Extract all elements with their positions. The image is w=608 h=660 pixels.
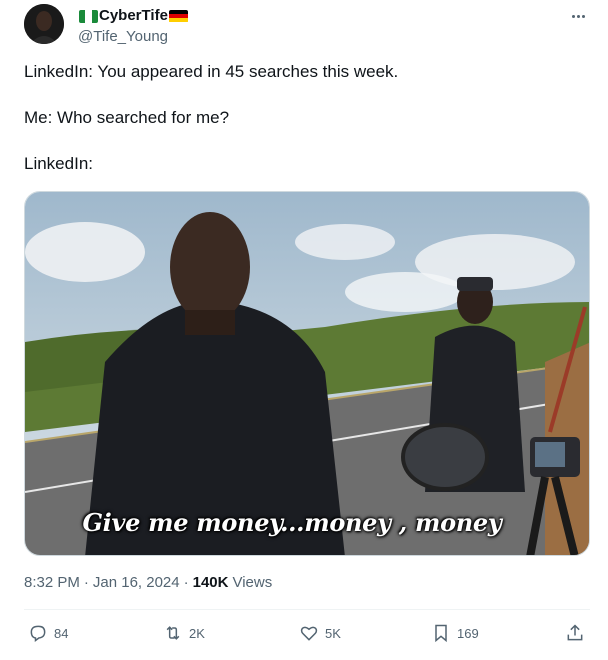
author-display-name[interactable]: CyberTife xyxy=(99,7,168,25)
tweet-actions: 84 2K 5K 169 xyxy=(24,610,590,656)
nigeria-flag-icon xyxy=(79,9,98,23)
more-icon[interactable] xyxy=(566,6,590,26)
tweet-line: Me: Who searched for me? xyxy=(24,108,230,127)
bookmark-count: 169 xyxy=(457,625,479,641)
tweet-meta: 8:32 PM · Jan 16, 2024 · 140K Views xyxy=(24,574,272,591)
reply-icon xyxy=(30,625,46,642)
avatar[interactable] xyxy=(24,4,64,44)
tweet-media[interactable]: Give me money...money , money xyxy=(24,191,590,556)
reply-button[interactable]: 84 xyxy=(28,610,68,656)
retweet-button[interactable]: 2K xyxy=(163,610,205,656)
views-count: 140K xyxy=(192,574,229,591)
meta-separator: · xyxy=(183,574,189,591)
like-icon xyxy=(300,626,318,641)
tweet-line: LinkedIn: xyxy=(24,154,93,173)
author-names: CyberTife @Tife_Young xyxy=(78,7,189,46)
like-button[interactable]: 5K xyxy=(299,610,341,656)
views-label: Views xyxy=(232,574,273,591)
share-button[interactable] xyxy=(565,610,585,656)
meta-separator: · xyxy=(83,574,89,591)
tweet-time[interactable]: 8:32 PM xyxy=(24,574,80,591)
retweet-icon xyxy=(166,626,180,640)
tweet-date[interactable]: Jan 16, 2024 xyxy=(93,574,180,591)
like-count: 5K xyxy=(325,625,341,641)
bookmark-icon xyxy=(435,624,447,643)
tweet-header: CyberTife @Tife_Young xyxy=(24,4,590,48)
media-caption: Give me money...money , money xyxy=(82,508,502,537)
tweet-text: LinkedIn: You appeared in 45 searches th… xyxy=(24,60,584,175)
media-image xyxy=(25,192,589,555)
retweet-count: 2K xyxy=(189,625,205,641)
author-handle[interactable]: @Tife_Young xyxy=(78,28,189,46)
reply-count: 84 xyxy=(54,625,69,641)
share-icon xyxy=(567,624,583,641)
germany-flag-icon xyxy=(168,9,188,23)
tweet-line: LinkedIn: You appeared in 45 searches th… xyxy=(24,62,399,81)
bookmark-button[interactable]: 169 xyxy=(431,610,479,656)
author-display-name-row[interactable]: CyberTife xyxy=(78,7,189,25)
